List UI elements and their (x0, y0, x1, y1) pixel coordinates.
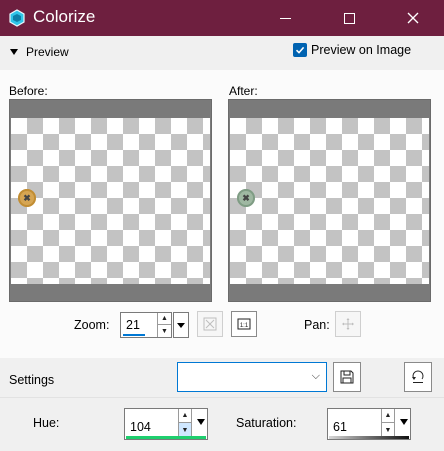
zoom-dropdown-button[interactable] (173, 312, 189, 338)
window-title: Colorize (33, 7, 96, 26)
save-preset-button[interactable] (333, 362, 361, 392)
zoom-label: Zoom: (74, 318, 110, 332)
spin-up-icon[interactable]: ▲ (158, 313, 171, 325)
transparency-checkerboard (11, 118, 210, 284)
saturation-spinner[interactable]: ▲ ▼ (381, 409, 395, 437)
zoom-to-fit-button[interactable] (197, 311, 223, 337)
colorize-app-icon (9, 9, 25, 27)
before-label: Before: (9, 84, 48, 98)
chevron-down-icon: ⌵ (311, 370, 320, 382)
saturation-value: 61 (333, 420, 347, 434)
settings-label: Settings (9, 373, 55, 387)
pan-label: Pan: (304, 318, 330, 332)
save-icon (340, 370, 354, 384)
minimize-icon (279, 17, 291, 19)
after-label: After: (229, 84, 258, 98)
after-preview-pane[interactable]: ✖ (228, 99, 431, 302)
hue-label: Hue: (33, 416, 60, 430)
actual-size-icon: 1:1 (237, 318, 251, 330)
hue-slider-bar[interactable] (126, 436, 206, 439)
spin-down-icon[interactable]: ▼ (179, 423, 191, 437)
preview-on-image-checkbox[interactable]: Preview on Image (293, 43, 411, 57)
zoom-spinner[interactable]: ▲ ▼ (157, 313, 171, 337)
zoom-fit-icon (203, 317, 217, 331)
hue-spinner[interactable]: ▲ ▼ (178, 409, 192, 437)
title-bar: Colorize (0, 0, 444, 36)
spin-up-icon[interactable]: ▲ (382, 409, 394, 423)
preview-toggle[interactable]: Preview (10, 45, 69, 59)
before-preview-pane[interactable]: ✖ (9, 99, 212, 302)
saturation-slider-bar[interactable] (329, 436, 409, 439)
spin-up-icon[interactable]: ▲ (179, 409, 191, 423)
zoom-value: 21 (126, 318, 140, 332)
zoom-focus-underline (123, 334, 145, 336)
saturation-label: Saturation: (236, 416, 297, 430)
close-button[interactable] (390, 0, 436, 36)
collapse-triangle-icon (10, 49, 18, 55)
svg-text:1:1: 1:1 (240, 323, 249, 329)
pan-move-icon (342, 318, 354, 330)
dropdown-arrow-icon (177, 322, 185, 328)
close-icon (407, 12, 419, 24)
transparency-checkerboard (230, 118, 429, 284)
hue-input[interactable]: 104 ▲ ▼ (124, 408, 208, 440)
saturation-dropdown-icon[interactable] (400, 419, 408, 425)
preview-toggle-label: Preview (26, 45, 69, 59)
actual-size-button[interactable]: 1:1 (231, 311, 257, 337)
spin-down-icon[interactable]: ▼ (158, 325, 171, 337)
maximize-icon (343, 12, 355, 24)
hue-value: 104 (130, 420, 151, 434)
before-color-handle-icon[interactable]: ✖ (18, 189, 36, 207)
minimize-button[interactable] (262, 0, 308, 36)
section-divider (0, 397, 444, 398)
after-color-handle-icon[interactable]: ✖ (237, 189, 255, 207)
reset-icon (412, 370, 424, 383)
zoom-input[interactable]: 21 ▲ ▼ (120, 312, 172, 338)
pan-button[interactable] (335, 311, 361, 337)
preview-on-image-label: Preview on Image (311, 43, 412, 57)
settings-preset-combobox[interactable]: ⌵ (177, 362, 327, 392)
hue-dropdown-icon[interactable] (197, 419, 205, 425)
reset-defaults-button[interactable] (404, 362, 432, 392)
spin-down-icon[interactable]: ▼ (382, 423, 394, 437)
saturation-input[interactable]: 61 ▲ ▼ (327, 408, 411, 440)
maximize-button[interactable] (326, 0, 372, 36)
checkbox-checked-icon (293, 43, 307, 57)
